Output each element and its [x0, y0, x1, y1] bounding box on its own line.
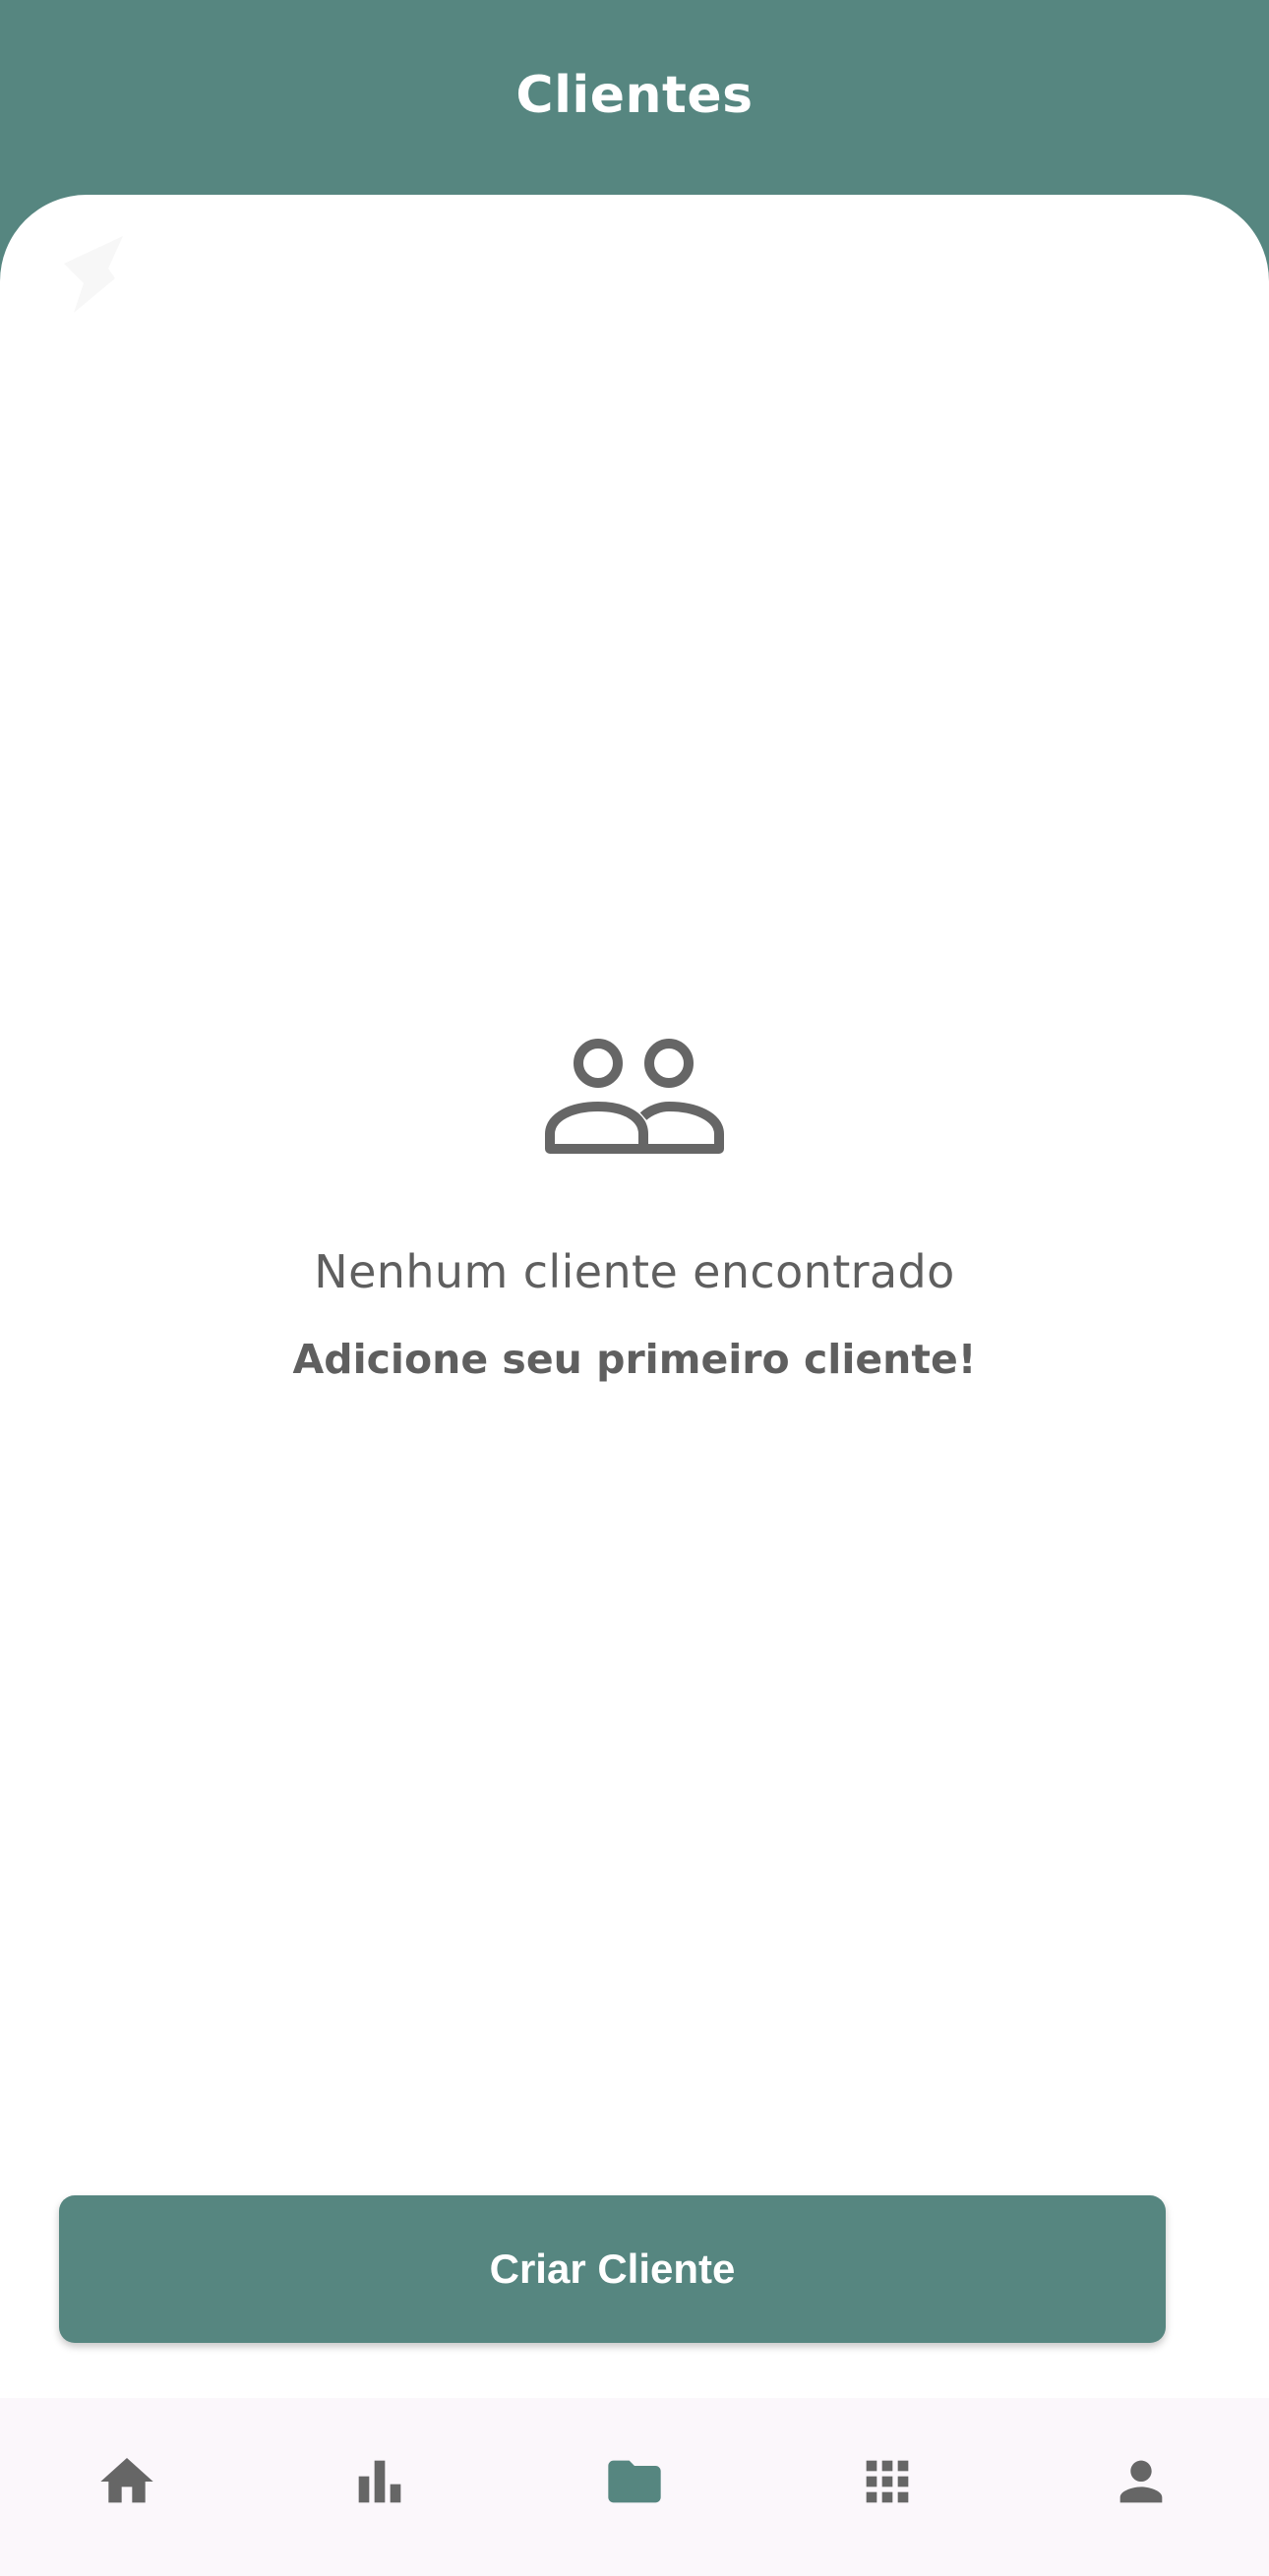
page-title: Clientes	[515, 66, 754, 125]
home-icon	[100, 2458, 153, 2503]
nav-apps[interactable]	[833, 2427, 941, 2536]
nav-clients[interactable]	[580, 2427, 689, 2536]
empty-state-subtitle: Adicione seu primeiro cliente!	[292, 1336, 977, 1383]
apps-grid-icon	[866, 2460, 909, 2503]
empty-state-title: Nenhum cliente encontrado	[314, 1245, 955, 1298]
bar-chart-icon	[358, 2460, 401, 2503]
person-icon	[1119, 2460, 1163, 2503]
folder-icon	[608, 2460, 661, 2503]
nav-home[interactable]	[73, 2427, 181, 2536]
faded-decoration-icon	[64, 236, 123, 313]
nav-profile[interactable]	[1087, 2427, 1195, 2536]
app-header: Clientes	[0, 0, 1269, 197]
create-client-button[interactable]: Criar Cliente	[59, 2195, 1166, 2343]
nav-reports[interactable]	[326, 2427, 434, 2536]
home-indicator	[325, 2557, 944, 2567]
people-icon	[545, 1039, 724, 1154]
